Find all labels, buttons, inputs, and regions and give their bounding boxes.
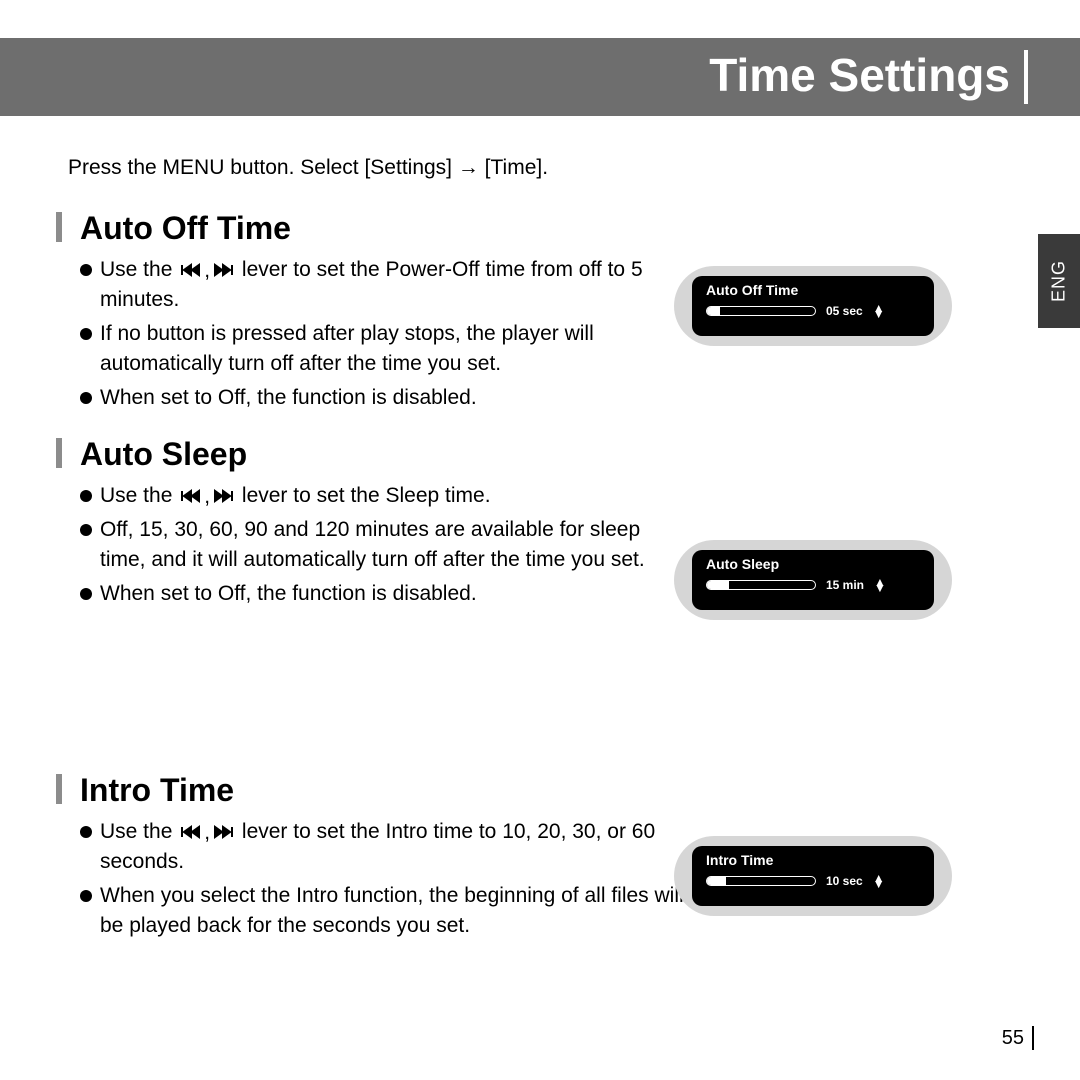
device-screen: Auto Sleep 15 min ▲▼: [692, 550, 934, 610]
bullet-text: Use the , lever to set the Sleep time.: [100, 481, 491, 511]
icon-separator: ,: [204, 482, 210, 512]
device-mock-auto-off: Auto Off Time 05 sec ▲▼: [674, 266, 952, 346]
heading-text: Auto Off Time: [80, 210, 291, 246]
language-tab: ENG: [1038, 234, 1080, 328]
bullet-segment: Use the: [100, 484, 178, 507]
skip-back-icon: [180, 489, 202, 503]
device-screen-title: Auto Sleep: [706, 556, 920, 572]
bullet-icon: [80, 524, 92, 536]
bullet-icon: [80, 490, 92, 502]
bullet-icon: [80, 264, 92, 276]
bullet-icon: [80, 826, 92, 838]
device-up-down-icon: ▲▼: [873, 305, 885, 317]
page-number: 55: [1002, 1027, 1024, 1050]
icon-separator: ,: [204, 818, 210, 848]
heading-auto-off-time: Auto Off Time: [56, 210, 976, 247]
skip-back-icon: [180, 263, 202, 277]
bullet-text: Off, 15, 30, 60, 90 and 120 minutes are …: [100, 515, 660, 575]
bullet-text: If no button is pressed after play stops…: [100, 319, 660, 379]
device-slider-value: 15 min: [826, 578, 864, 592]
bullet-text: When set to Off, the function is disable…: [100, 579, 477, 609]
bullet-icon: [80, 890, 92, 902]
skip-forward-icon: [212, 263, 234, 277]
bullet-icon: [80, 328, 92, 340]
icon-separator: ,: [204, 256, 210, 286]
heading-intro-time: Intro Time: [56, 772, 976, 809]
bullet-segment: lever to set the Sleep time.: [242, 484, 491, 507]
device-screen-title: Intro Time: [706, 852, 920, 868]
page-number-footer: 55: [1002, 1026, 1034, 1050]
heading-text: Auto Sleep: [80, 436, 247, 472]
heading-auto-sleep: Auto Sleep: [56, 436, 976, 473]
skip-forward-icon: [212, 825, 234, 839]
lever-icons: ,: [180, 256, 234, 286]
device-screen-title: Auto Off Time: [706, 282, 920, 298]
bullet-segment: Use the: [100, 258, 178, 281]
footer-divider: [1032, 1026, 1034, 1050]
bullet-icon: [80, 392, 92, 404]
device-screen: Auto Off Time 05 sec ▲▼: [692, 276, 934, 336]
bullet-text: Use the , lever to set the Power-Off tim…: [100, 255, 660, 315]
device-slider-fill: [707, 581, 729, 589]
bullet-icon: [80, 588, 92, 600]
device-up-down-icon: ▲▼: [874, 579, 886, 591]
device-slider-track: [706, 306, 816, 316]
heading-bar-icon: [56, 774, 62, 804]
device-mock-intro-time: Intro Time 10 sec ▲▼: [674, 836, 952, 916]
skip-back-icon: [180, 825, 202, 839]
heading-bar-icon: [56, 438, 62, 468]
intro-instruction: Press the MENU button. Select [Settings]…: [68, 156, 548, 180]
device-slider-value: 10 sec: [826, 874, 863, 888]
device-slider-fill: [707, 877, 726, 885]
skip-forward-icon: [212, 489, 234, 503]
heading-text: Intro Time: [80, 772, 234, 808]
bullet-text: Use the , lever to set the Intro time to…: [100, 817, 710, 877]
bullet-text: When set to Off, the function is disable…: [100, 383, 477, 413]
header-title-divider: [1024, 50, 1028, 104]
device-mock-auto-sleep: Auto Sleep 15 min ▲▼: [674, 540, 952, 620]
bullet-text: When you select the Intro function, the …: [100, 881, 710, 941]
heading-bar-icon: [56, 212, 62, 242]
device-slider-fill: [707, 307, 720, 315]
device-screen: Intro Time 10 sec ▲▼: [692, 846, 934, 906]
device-slider-value: 05 sec: [826, 304, 863, 318]
lever-icons: ,: [180, 482, 234, 512]
device-slider-track: [706, 876, 816, 886]
lever-icons: ,: [180, 818, 234, 848]
bullet-segment: Use the: [100, 820, 178, 843]
device-slider-track: [706, 580, 816, 590]
page-title: Time Settings: [709, 48, 1010, 102]
device-up-down-icon: ▲▼: [873, 875, 885, 887]
